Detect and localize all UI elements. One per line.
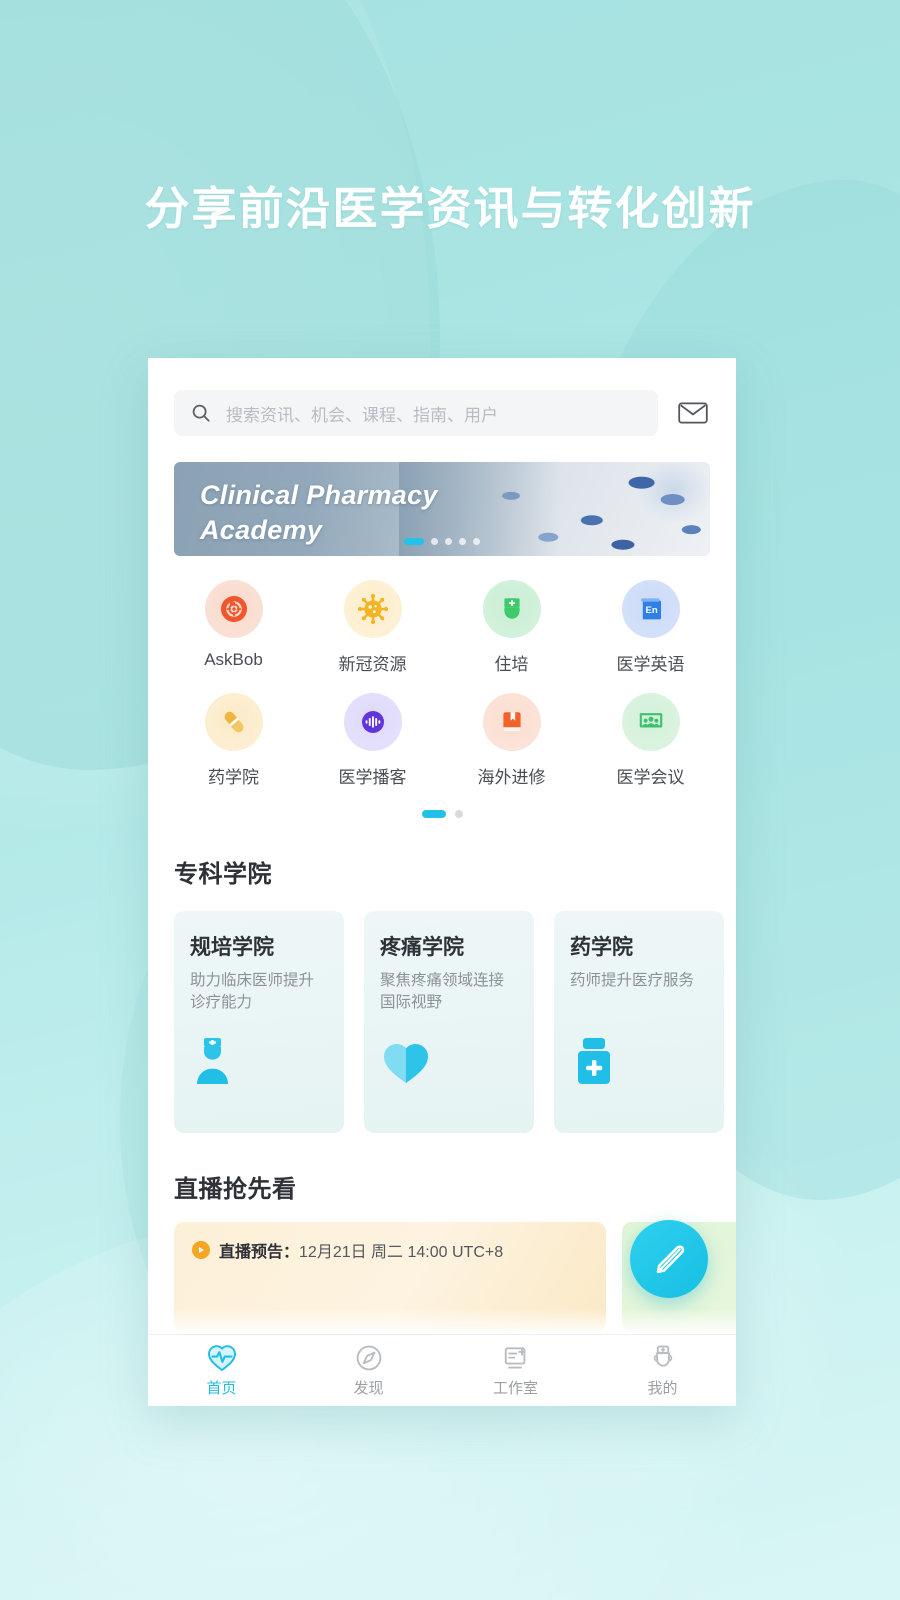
banner-dot-2[interactable]: [431, 538, 438, 545]
specialty-section-title: 专科学院: [174, 861, 272, 888]
tab-label: 发现: [353, 1379, 384, 1397]
heart-icon: [380, 1038, 432, 1091]
quick-entry-conference[interactable]: 医学会议: [581, 693, 720, 788]
mail-icon: [678, 402, 708, 424]
specialty-card-pain[interactable]: 疼痛学院 聚焦疼痛领域连接国际视野: [364, 911, 534, 1133]
search-input[interactable]: 搜索资讯、机会、课程、指南、用户: [174, 390, 658, 436]
medicine-bottle-icon: [570, 1036, 618, 1091]
quick-entry-label: 医学英语: [616, 655, 685, 674]
tab-label: 首页: [206, 1379, 237, 1397]
card-description: 药师提升医疗服务: [570, 972, 695, 989]
overseas-icon-circle: [482, 693, 541, 751]
live-status-dot-icon: [192, 1241, 210, 1259]
bookmark-book-icon: [502, 712, 521, 732]
card-title: 疼痛学院: [380, 936, 464, 959]
virus-icon: [357, 593, 388, 625]
search-icon: [192, 404, 210, 422]
card-title: 规培学院: [190, 936, 274, 959]
live-card-label: 直播预告：: [219, 1244, 300, 1261]
quick-entry-askbob[interactable]: AskBob: [164, 580, 303, 675]
quick-entry-label: 药学院: [208, 768, 259, 787]
promo-headline: 分享前沿医学资讯与转化创新: [144, 183, 756, 234]
phone-mockup: 搜索资讯、机会、课程、指南、用户 Clinical Pharmacy Acade…: [148, 358, 736, 1406]
live-card-time: 12月21日 周二 14:00 UTC+8: [299, 1244, 504, 1261]
banner-pagination-dots[interactable]: [404, 538, 480, 545]
tab-mine[interactable]: 我的: [589, 1344, 736, 1398]
heart-pulse-icon: [207, 1344, 236, 1371]
tab-label: 我的: [647, 1379, 678, 1397]
quick-entry-label: 海外进修: [477, 768, 546, 787]
conference-icon-circle: [621, 693, 680, 751]
card-description: 聚焦疼痛领域连接国际视野: [380, 972, 505, 1012]
quick-entry-label: AskBob: [204, 650, 263, 669]
specialty-card-list: 规培学院 助力临床医师提升诊疗能力 疼痛学院 聚焦疼痛领域连接国际视野 药学院 …: [174, 911, 736, 1133]
banner-title: Clinical Pharmacy Academy: [200, 478, 438, 548]
compass-icon: [356, 1345, 381, 1370]
banner-title-line2: Academy: [200, 515, 323, 546]
covid-icon-circle: [343, 580, 402, 638]
capsule-icon: [224, 711, 243, 733]
tab-label: 工作室: [492, 1379, 538, 1397]
document-add-icon: [504, 1346, 526, 1368]
compose-fab-button[interactable]: [630, 1220, 708, 1298]
banner-title-line1: Clinical Pharmacy: [200, 480, 438, 510]
live-section-title: 直播抢先看: [174, 1176, 297, 1203]
podcast-icon-circle: [343, 693, 402, 751]
english-book-icon: En: [640, 598, 661, 620]
svg-text:En: En: [645, 605, 657, 616]
askbob-target-icon: [220, 596, 247, 622]
quick-entry-medical-english[interactable]: En 医学英语: [581, 580, 720, 675]
doctor-figure-icon: [190, 1036, 242, 1091]
grid-pagination-dots[interactable]: [148, 810, 736, 818]
grid-dot-2[interactable]: [454, 810, 463, 818]
banner-dot-4[interactable]: [459, 538, 466, 545]
banner-dot-1[interactable]: [404, 538, 424, 545]
residency-icon-circle: [482, 580, 541, 638]
grid-dot-1[interactable]: [421, 810, 446, 818]
app-screen: 搜索资讯、机会、课程、指南、用户 Clinical Pharmacy Acade…: [148, 358, 736, 1406]
quick-entry-label: 住培: [494, 655, 529, 674]
banner-dot-3[interactable]: [445, 538, 452, 545]
quick-entry-grid: AskBob 新冠资源 住培 En 医学英语 药学院 医学播客 海外进修 医学会…: [164, 580, 720, 788]
live-card-text: 直播预告：12月21日 周二 14:00 UTC+8: [219, 1238, 503, 1262]
tab-studio[interactable]: 工作室: [442, 1344, 589, 1398]
quick-entry-label: 医学播客: [338, 768, 407, 787]
specialty-card-residency[interactable]: 规培学院 助力临床医师提升诊疗能力: [174, 911, 344, 1133]
specialty-card-pharmacy[interactable]: 药学院 药师提升医疗服务: [554, 911, 724, 1133]
mail-button[interactable]: [676, 396, 710, 430]
quick-entry-overseas-study[interactable]: 海外进修: [442, 693, 581, 788]
quick-entry-label: 新冠资源: [338, 655, 407, 674]
bottom-tab-bar: 首页 发现 工作室 我的: [148, 1334, 736, 1406]
askbob-icon-circle: [204, 580, 263, 638]
live-card-upcoming[interactable]: 直播预告：12月21日 周二 14:00 UTC+8: [174, 1222, 606, 1332]
doctor-head-icon: [653, 1345, 672, 1367]
tab-discover[interactable]: 发现: [295, 1344, 442, 1398]
card-description: 助力临床医师提升诊疗能力: [190, 972, 315, 1012]
pharmacy-icon-circle: [204, 693, 263, 751]
edit-pencil-icon: [656, 1245, 685, 1274]
nurse-cap-icon: [503, 598, 520, 619]
promo-banner-carousel[interactable]: Clinical Pharmacy Academy: [174, 462, 710, 556]
search-row: 搜索资讯、机会、课程、指南、用户: [148, 358, 736, 436]
live-card-header: 直播预告：12月21日 周二 14:00 UTC+8: [192, 1238, 588, 1262]
search-placeholder-text: 搜索资讯、机会、课程、指南、用户: [226, 405, 498, 425]
quick-entry-podcast[interactable]: 医学播客: [303, 693, 442, 788]
quick-entry-covid[interactable]: 新冠资源: [303, 580, 442, 675]
card-title: 药学院: [570, 936, 633, 959]
quick-entry-residency[interactable]: 住培: [442, 580, 581, 675]
quick-entry-pharmacy-academy[interactable]: 药学院: [164, 693, 303, 788]
podcast-wave-icon: [361, 711, 384, 733]
tab-home[interactable]: 首页: [148, 1344, 295, 1398]
medical-english-icon-circle: En: [621, 580, 680, 638]
banner-dot-5[interactable]: [473, 538, 480, 545]
quick-entry-label: 医学会议: [616, 768, 685, 787]
conference-group-icon: [639, 713, 662, 728]
